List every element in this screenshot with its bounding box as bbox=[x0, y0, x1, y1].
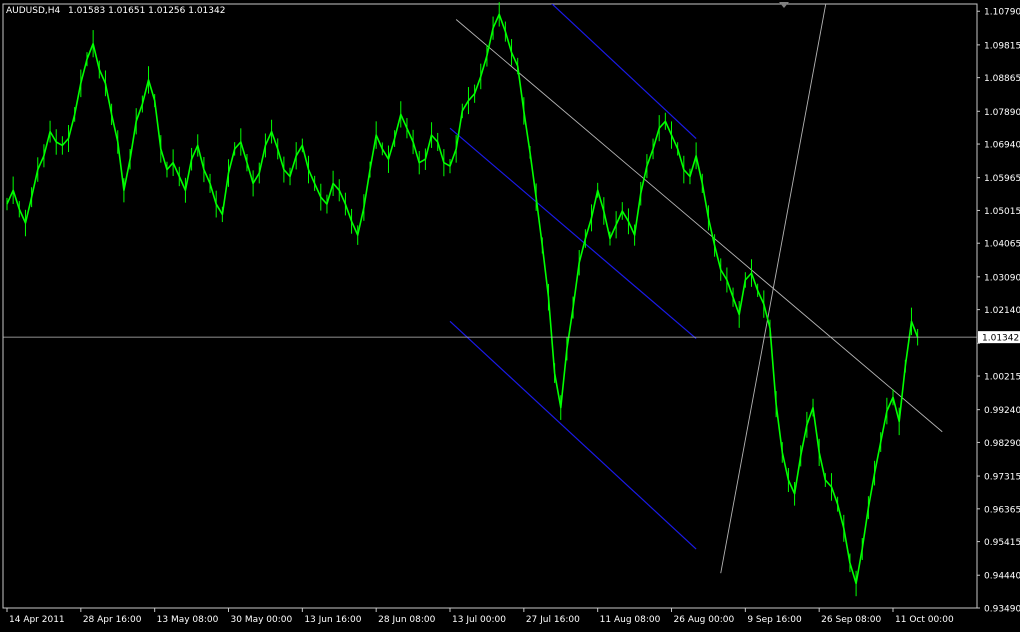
x-tick-label: 30 May 00:00 bbox=[231, 615, 293, 625]
y-tick-label: 0.98290 bbox=[984, 439, 1020, 449]
y-tick-label: 1.08865 bbox=[984, 74, 1020, 84]
price-chart[interactable]: 1.01342 1.10790 1.09815 1.08865 1.07890 1.06… bbox=[0, 0, 1020, 628]
y-tick-label: 0.93490 bbox=[984, 605, 1020, 615]
y-tick-label: 1.09815 bbox=[984, 41, 1020, 51]
x-tick-label: 13 Jul 00:00 bbox=[452, 615, 506, 625]
y-tick-label: 0.95415 bbox=[984, 538, 1020, 548]
y-tick-label: 1.03090 bbox=[984, 273, 1020, 283]
y-tick-label: 1.06940 bbox=[984, 141, 1020, 151]
x-tick-label: 27 Jul 16:00 bbox=[526, 615, 580, 625]
x-tick-label: 14 Apr 2011 bbox=[9, 615, 65, 625]
y-tick-label: 0.99240 bbox=[984, 406, 1020, 416]
x-tick-label: 9 Sep 16:00 bbox=[747, 615, 802, 625]
x-tick-label: 26 Aug 00:00 bbox=[674, 615, 735, 625]
y-tick-label: 1.07890 bbox=[984, 108, 1020, 118]
ohlc-label: 1.01583 1.01651 1.01256 1.01342 bbox=[68, 6, 225, 16]
y-tick-label: 1.04065 bbox=[984, 240, 1020, 250]
x-tick-label: 11 Oct 00:00 bbox=[895, 615, 954, 625]
y-tick-label: 1.10790 bbox=[984, 8, 1020, 18]
x-tick-label: 13 May 08:00 bbox=[157, 615, 219, 625]
x-tick-label: 26 Sep 08:00 bbox=[821, 615, 881, 625]
x-tick-label: 28 Apr 16:00 bbox=[83, 615, 142, 625]
current-price-label: 1.01342 bbox=[982, 334, 1019, 344]
x-tick-label: 11 Aug 08:00 bbox=[600, 615, 661, 625]
y-tick-label: 1.00215 bbox=[984, 373, 1020, 383]
chart-svg: 1.01342 1.10790 1.09815 1.08865 1.07890 1.06… bbox=[0, 0, 1020, 628]
y-tick-label: 1.05015 bbox=[984, 207, 1020, 217]
x-tick-label: 13 Jun 16:00 bbox=[304, 615, 361, 625]
y-tick-label: 1.02140 bbox=[984, 306, 1020, 316]
symbol-label: AUDUSD,H4 bbox=[6, 6, 61, 16]
x-tick-label: 28 Jun 08:00 bbox=[378, 615, 435, 625]
y-tick-label: 0.97315 bbox=[984, 473, 1020, 483]
y-tick-label: 1.05965 bbox=[984, 174, 1020, 184]
y-tick-label: 0.96365 bbox=[984, 505, 1020, 515]
y-tick-label: 0.94440 bbox=[984, 572, 1020, 582]
